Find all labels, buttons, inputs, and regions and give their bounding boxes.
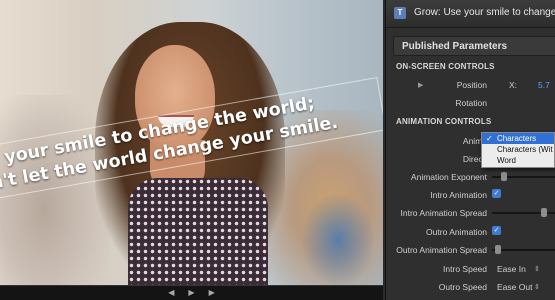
section-onscreen-controls: ON-SCREEN CONTROLS xyxy=(396,62,495,71)
background-person-blue xyxy=(303,195,373,285)
animation-exponent-slider-thumb[interactable] xyxy=(501,172,507,181)
dropdown-option-label: Characters (Wit xyxy=(497,145,553,154)
popup-arrows-icon: ⇕ xyxy=(534,284,540,291)
outro-speed-popup[interactable]: Ease Out xyxy=(497,282,532,292)
position-x-label: X: xyxy=(509,80,518,90)
intro-speed-label: Intro Speed xyxy=(443,264,487,274)
intro-speed-popup[interactable]: Ease In xyxy=(497,264,526,274)
intro-animation-spread-slider[interactable] xyxy=(492,208,555,217)
section-animation-controls: ANIMATION CONTROLS xyxy=(396,117,492,126)
popup-arrows-icon: ⇕ xyxy=(534,266,540,273)
rotation-label: Rotation xyxy=(455,98,487,108)
inspector-header: T Grow: Use your smile to change the xyxy=(386,0,555,28)
intro-animation-label: Intro Animation xyxy=(430,190,487,200)
outro-animation-spread-slider-thumb[interactable] xyxy=(495,245,501,254)
inspector-title: Grow: Use your smile to change the xyxy=(414,7,555,18)
animation-exponent-slider[interactable] xyxy=(492,172,555,181)
dropdown-option-label: Word xyxy=(497,156,516,165)
intro-animation-spread-slider-thumb[interactable] xyxy=(541,208,547,217)
subject-dress xyxy=(128,178,268,285)
tab-label: Published Parameters xyxy=(402,41,508,52)
checkmark-icon: ✓ xyxy=(486,134,493,143)
position-label: Position xyxy=(456,80,487,90)
play-icon[interactable]: ▶ xyxy=(188,288,194,298)
outro-speed-label: Outro Speed xyxy=(438,282,487,292)
outro-animation-checkbox[interactable]: ✓ xyxy=(492,226,501,235)
disclosure-triangle-icon[interactable]: ▶ xyxy=(418,81,423,89)
intro-animation-checkbox[interactable]: ✓ xyxy=(492,189,501,198)
text-layer-icon: T xyxy=(394,7,406,19)
tab-published-parameters[interactable]: Published Parameters xyxy=(393,36,555,56)
next-frame-icon[interactable]: ▶ xyxy=(209,288,215,298)
dropdown-option-label: Characters xyxy=(497,134,537,143)
position-x-value[interactable]: 5.7 xyxy=(538,80,550,90)
animate-dropdown-menu[interactable]: ✓ Characters Characters (Wit Word xyxy=(481,132,555,168)
previous-frame-icon[interactable]: ◀ xyxy=(168,288,174,298)
dropdown-option-word[interactable]: Word xyxy=(482,155,554,166)
outro-animation-spread-slider[interactable] xyxy=(492,245,555,254)
dropdown-option-characters[interactable]: ✓ Characters xyxy=(482,133,554,144)
dropdown-option-characters-with-spaces[interactable]: Characters (Wit xyxy=(482,144,554,155)
outro-animation-spread-label: Outro Animation Spread xyxy=(396,245,487,255)
canvas-viewer[interactable]: e your smile to change the world; n't le… xyxy=(0,0,383,300)
transport-controls: ◀ ▶ ▶ xyxy=(0,285,383,300)
preview-image: e your smile to change the world; n't le… xyxy=(0,0,383,285)
intro-animation-spread-label: Intro Animation Spread xyxy=(400,208,487,218)
animation-exponent-label: Animation Exponent xyxy=(410,172,487,182)
outro-animation-label: Outro Animation xyxy=(426,227,487,237)
